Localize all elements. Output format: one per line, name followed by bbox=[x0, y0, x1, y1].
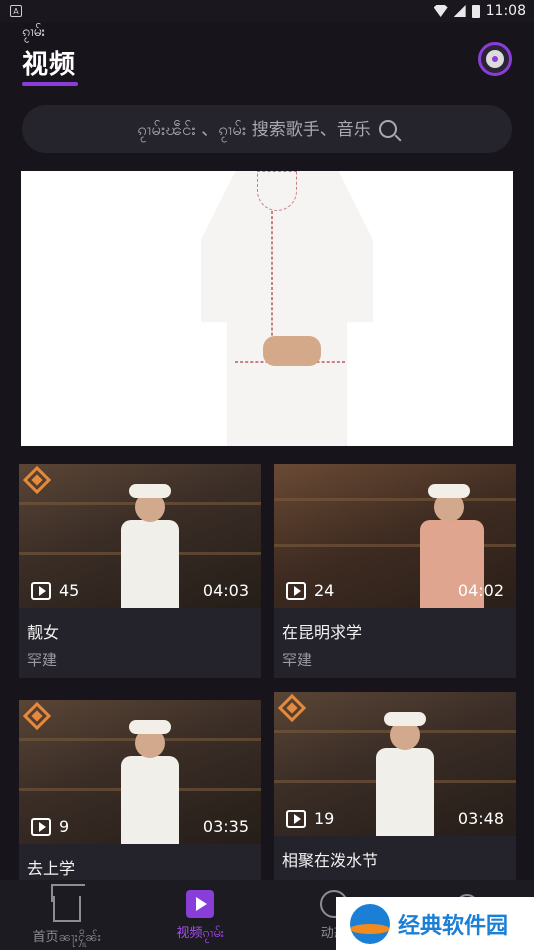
status-indicators: 11:08 bbox=[433, 3, 526, 19]
play-icon bbox=[286, 581, 306, 600]
video-title: 相聚在泼水节 bbox=[282, 851, 379, 870]
play-count-value: 9 bbox=[59, 817, 70, 836]
performer-body bbox=[121, 756, 179, 844]
play-count: 9 bbox=[31, 817, 69, 836]
video-duration: 04:03 bbox=[202, 581, 249, 600]
play-icon bbox=[286, 809, 306, 828]
video-card[interactable]: 9 03:35 去上学 bbox=[19, 700, 261, 880]
status-time: 11:08 bbox=[485, 3, 526, 19]
brand-logo-icon bbox=[277, 693, 307, 723]
play-count: 19 bbox=[286, 809, 334, 828]
video-title: 靓女 bbox=[27, 623, 60, 642]
music-disc-icon bbox=[486, 50, 504, 68]
home-icon bbox=[52, 896, 81, 922]
banner-figure bbox=[201, 171, 373, 446]
performer-hat bbox=[428, 484, 470, 498]
nav-label: 视频ၵႂၢမ်း bbox=[176, 926, 225, 941]
nav-item-video[interactable]: 视频ၵႂၢမ်း bbox=[134, 880, 268, 950]
watermark-logo-icon bbox=[350, 903, 390, 944]
watermark: 经典软件园 bbox=[336, 897, 534, 950]
play-count-value: 24 bbox=[314, 581, 335, 600]
play-count-value: 19 bbox=[314, 809, 335, 828]
video-author: 罕建 bbox=[27, 651, 58, 669]
video-thumbnail: 9 03:35 bbox=[19, 700, 261, 844]
video-play-icon bbox=[186, 890, 215, 918]
performer-body bbox=[121, 520, 179, 608]
brand-logo-icon bbox=[22, 465, 52, 495]
hands-shape bbox=[263, 336, 321, 366]
video-thumbnail: 24 04:02 bbox=[274, 464, 516, 608]
page-subtitle: ၵႂၢမ်း bbox=[22, 24, 46, 40]
video-card[interactable]: 45 04:03 靓女 罕建 bbox=[19, 464, 261, 678]
performer-body bbox=[376, 748, 434, 836]
video-duration: 03:35 bbox=[202, 817, 249, 836]
battery-icon bbox=[471, 4, 480, 18]
performer bbox=[115, 714, 185, 844]
search-icon bbox=[378, 120, 397, 138]
performer-hat bbox=[129, 484, 171, 498]
search-placeholder: ၵႂၢမ်းၽဵင်း 、ၵႂၢမ်း 搜索歌手、音乐 bbox=[137, 119, 371, 140]
notification-icon: A bbox=[10, 5, 22, 17]
performer-hat bbox=[129, 720, 171, 734]
app-screen: A 11:08 ၵႂၢမ်း 视频 ၵႂၢမ်းၽဵင်း 、ၵႂၢမ်း 搜索… bbox=[0, 0, 534, 950]
video-title: 去上学 bbox=[27, 859, 76, 878]
title-underline bbox=[22, 82, 78, 86]
video-card[interactable]: 19 03:48 相聚在泼水节 罕建 bbox=[274, 692, 516, 880]
shirt-shape bbox=[201, 171, 373, 446]
collar-trim bbox=[257, 171, 297, 211]
video-duration: 04:02 bbox=[457, 581, 504, 600]
banner-image[interactable] bbox=[21, 171, 513, 446]
video-thumbnail: 45 04:03 bbox=[19, 464, 261, 608]
play-count-value: 45 bbox=[59, 581, 80, 600]
search-bar[interactable]: ၵႂၢမ်းၽဵင်း 、ၵႂၢမ်း 搜索歌手、音乐 bbox=[22, 105, 512, 153]
watermark-text: 经典软件园 bbox=[398, 913, 509, 939]
play-count: 45 bbox=[31, 581, 79, 600]
brand-logo-icon bbox=[22, 701, 52, 731]
video-card[interactable]: 24 04:02 在昆明求学 罕建 bbox=[274, 464, 516, 678]
nav-label: 首页ၼႃႈႁိူၼ်း bbox=[32, 930, 101, 945]
video-thumbnail: 19 03:48 bbox=[274, 692, 516, 836]
music-disc-button[interactable] bbox=[478, 42, 512, 76]
video-author: 罕建 bbox=[282, 651, 313, 669]
video-duration: 03:48 bbox=[457, 809, 504, 828]
play-count: 24 bbox=[286, 581, 334, 600]
signal-icon bbox=[453, 5, 466, 17]
performer bbox=[115, 478, 185, 608]
wifi-icon bbox=[433, 5, 448, 17]
performer-hat bbox=[384, 712, 426, 726]
play-icon bbox=[31, 817, 51, 836]
page-title: 视频 bbox=[22, 50, 77, 80]
nav-item-home[interactable]: 首页ၼႃႈႁိူၼ်း bbox=[0, 880, 134, 950]
play-icon bbox=[31, 581, 51, 600]
status-bar: A 11:08 bbox=[0, 0, 534, 22]
video-title: 在昆明求学 bbox=[282, 623, 363, 642]
performer bbox=[370, 706, 440, 836]
